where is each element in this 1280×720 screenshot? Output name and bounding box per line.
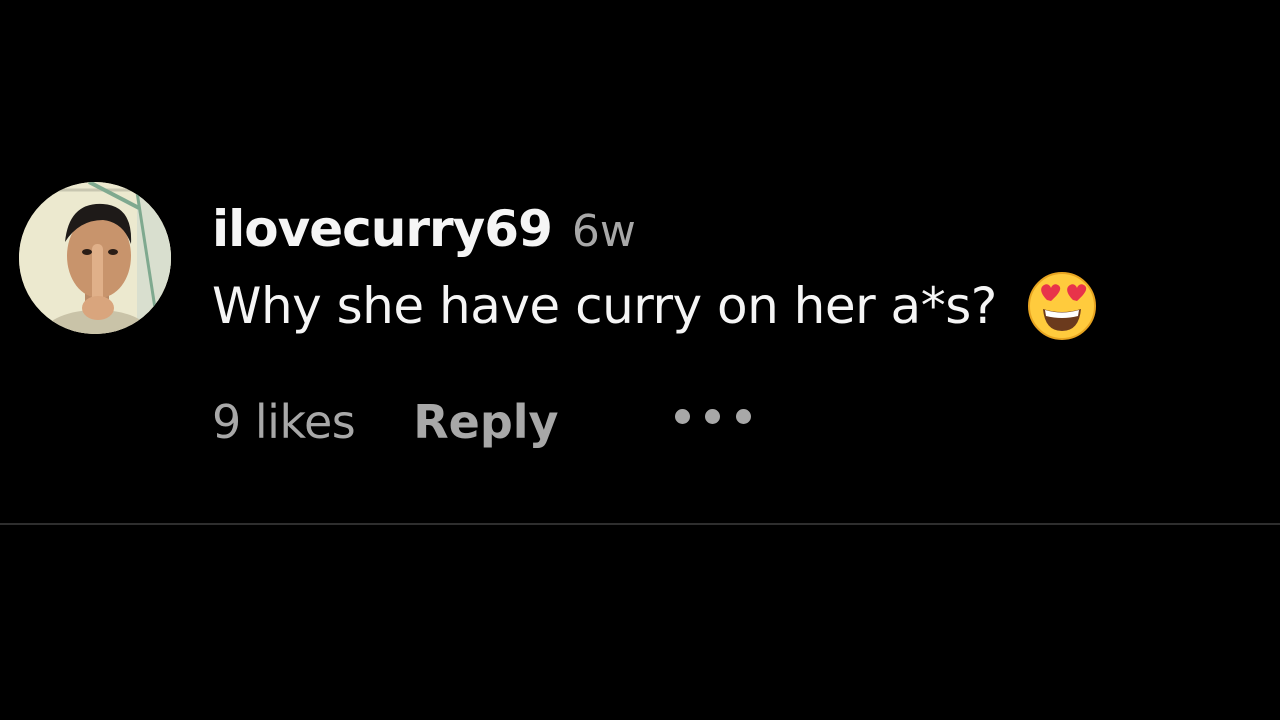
smiling-face-with-heart-eyes-icon [1027, 272, 1096, 340]
more-dot [735, 408, 751, 424]
comment-item: ilovecurry69 6w Why she have curry on he… [0, 0, 1280, 524]
comment-content: Why she have curry on her a*s? [212, 266, 1250, 346]
divider [0, 523, 1280, 525]
comment-text: Why she have curry on her a*s? [212, 277, 997, 335]
comment-header: ilovecurry69 6w [212, 192, 1250, 266]
comment-actions: 9 likes Reply [212, 390, 1250, 454]
username-link[interactable]: ilovecurry69 [212, 192, 553, 266]
reply-button[interactable]: Reply [413, 395, 558, 449]
more-dot [705, 408, 721, 424]
timestamp[interactable]: 6w [572, 195, 636, 269]
comment-body: ilovecurry69 6w Why she have curry on he… [212, 192, 1250, 454]
likes-count[interactable]: 9 likes [212, 395, 356, 449]
more-options-icon[interactable] [674, 406, 751, 426]
avatar[interactable] [19, 182, 171, 334]
more-dot [674, 408, 690, 424]
